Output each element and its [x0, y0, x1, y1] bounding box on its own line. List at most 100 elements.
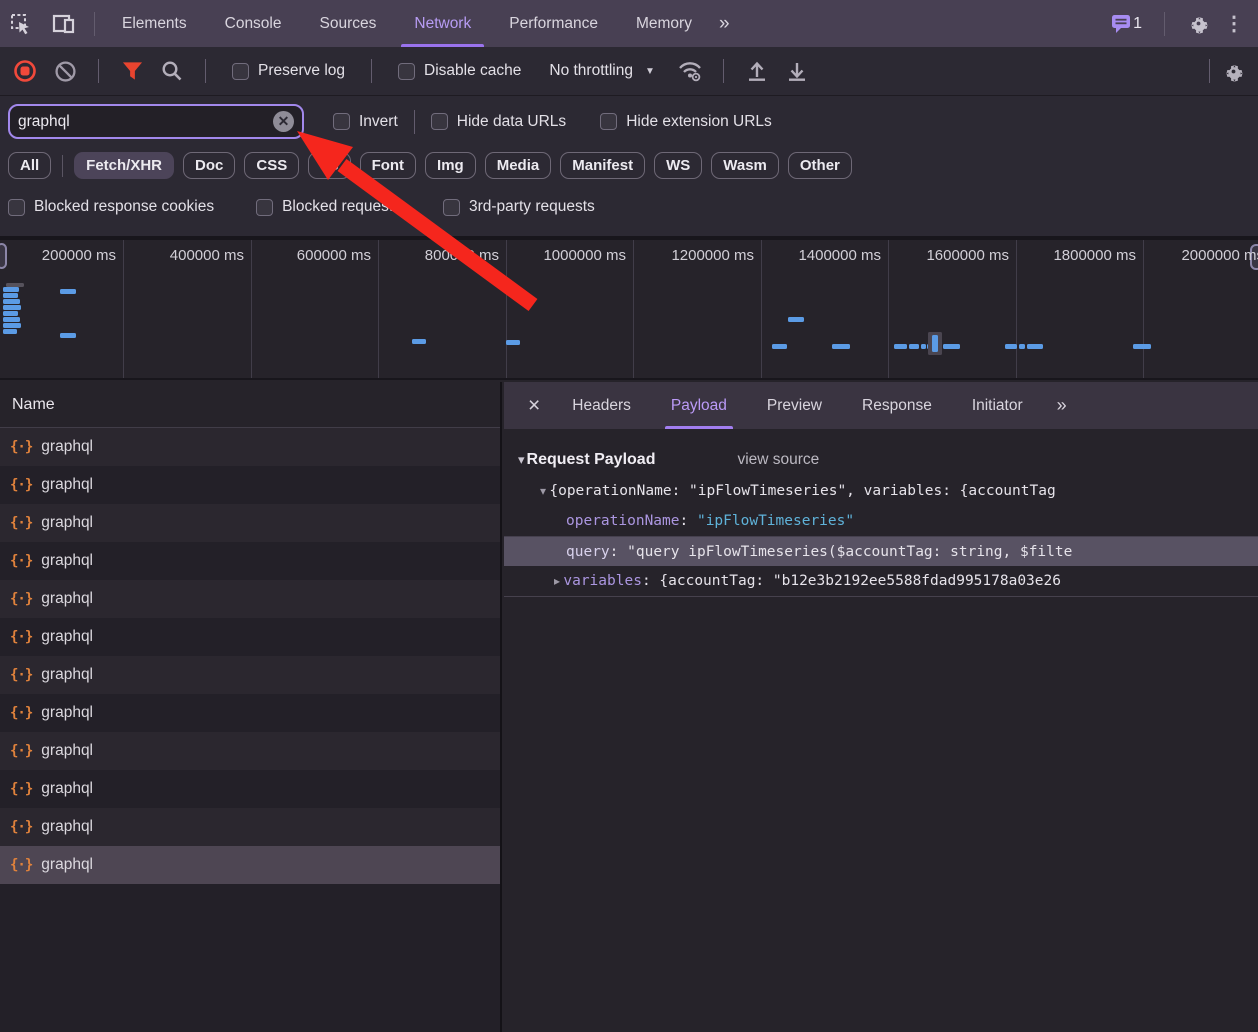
- details-tab-payload[interactable]: Payload: [671, 382, 727, 429]
- request-name: graphql: [41, 628, 93, 646]
- network-overview-timeline[interactable]: 200000 ms400000 ms600000 ms800000 ms1000…: [0, 236, 1258, 380]
- request-row[interactable]: {·} graphql: [0, 846, 500, 884]
- record-icon: [13, 59, 37, 83]
- close-details-button[interactable]: ×: [516, 382, 552, 429]
- expand-triangle-icon[interactable]: ▾: [540, 484, 549, 498]
- json-braces-icon: {·}: [10, 705, 32, 721]
- chip-manifest[interactable]: Manifest: [560, 152, 645, 179]
- filter-band: graphql ✕ Invert Hide data URLs Hide ext…: [0, 96, 1258, 236]
- invert-checkbox[interactable]: Invert: [333, 113, 398, 131]
- download-icon: [786, 60, 808, 82]
- timeline-tick-label: 1800000 ms: [1053, 247, 1136, 264]
- request-row[interactable]: {·}graphql: [0, 428, 500, 466]
- record-network-log-button[interactable]: [10, 56, 40, 86]
- filter-toggle-button[interactable]: [117, 56, 147, 86]
- throttling-select[interactable]: No throttling ▼: [549, 62, 654, 80]
- chip-other[interactable]: Other: [788, 152, 852, 179]
- export-har-button[interactable]: [782, 56, 812, 86]
- chip-all[interactable]: All: [8, 152, 51, 179]
- json-braces-icon: {·}: [10, 857, 32, 873]
- name-column-header[interactable]: Name: [0, 382, 500, 428]
- json-braces-icon: {·}: [10, 591, 32, 607]
- payload-row[interactable]: operationName: "ipFlowTimeseries": [504, 506, 1258, 536]
- request-row[interactable]: {·}graphql: [0, 808, 500, 846]
- view-source-link[interactable]: view source: [737, 451, 819, 469]
- clear-filter-button[interactable]: ✕: [273, 111, 294, 132]
- request-row[interactable]: {·}graphql: [0, 618, 500, 656]
- search-button[interactable]: [157, 56, 187, 86]
- tab-memory[interactable]: Memory: [627, 0, 701, 47]
- request-row[interactable]: {·}graphql: [0, 694, 500, 732]
- request-row[interactable]: {·}graphql: [0, 732, 500, 770]
- disable-cache-checkbox[interactable]: Disable cache: [398, 62, 521, 80]
- payload-text-key: operationName: [566, 513, 680, 529]
- details-tab-initiator[interactable]: Initiator: [972, 382, 1023, 429]
- tab-sources[interactable]: Sources: [311, 0, 386, 47]
- payload-row[interactable]: query: "query ipFlowTimeseries($accountT…: [504, 536, 1258, 566]
- timeline-gridline: [888, 240, 889, 378]
- payload-text-key: variables: [563, 573, 642, 589]
- request-row[interactable]: {·}graphql: [0, 542, 500, 580]
- request-name: graphql: [41, 552, 93, 570]
- timeline-gridline: [1016, 240, 1017, 378]
- checkbox: [232, 63, 249, 80]
- chip-ws[interactable]: WS: [654, 152, 702, 179]
- chip-doc[interactable]: Doc: [183, 152, 235, 179]
- collapse-triangle-icon[interactable]: ▾: [518, 452, 525, 468]
- clear-network-log-button[interactable]: [50, 56, 80, 86]
- settings-button[interactable]: [1187, 12, 1210, 35]
- tab-console[interactable]: Console: [216, 0, 291, 47]
- details-tab-headers[interactable]: Headers: [572, 382, 631, 429]
- more-panels-button[interactable]: »: [711, 0, 736, 47]
- details-tab-response[interactable]: Response: [862, 382, 932, 429]
- request-row[interactable]: {·}graphql: [0, 656, 500, 694]
- network-conditions-button[interactable]: [675, 56, 705, 86]
- overview-left-grabber[interactable]: [0, 243, 7, 269]
- checkbox: [600, 113, 617, 130]
- payload-row[interactable]: ▸ variables: {accountTag: "b12e3b2192ee5…: [504, 566, 1258, 596]
- payload-row[interactable]: ▾ {operationName: "ipFlowTimeseries", va…: [504, 476, 1258, 506]
- preserve-log-checkbox[interactable]: Preserve log: [232, 62, 345, 80]
- device-toolbar-button[interactable]: [42, 0, 86, 47]
- chip-font[interactable]: Font: [360, 152, 416, 179]
- request-name: graphql: [41, 856, 93, 874]
- request-row[interactable]: {·}graphql: [0, 580, 500, 618]
- waterfall-bar: [3, 311, 18, 316]
- blocked-requests-checkbox[interactable]: Blocked requests: [256, 198, 401, 216]
- chip-fetch-xhr[interactable]: Fetch/XHR: [74, 152, 174, 179]
- chip-img[interactable]: Img: [425, 152, 476, 179]
- hide-data-urls-checkbox[interactable]: Hide data URLs: [431, 113, 566, 131]
- chip-js[interactable]: JS: [308, 152, 350, 179]
- tab-elements[interactable]: Elements: [113, 0, 196, 47]
- blocked-response-cookies-checkbox[interactable]: Blocked response cookies: [8, 198, 214, 216]
- waterfall-bar: [1133, 344, 1151, 349]
- request-details-panel: × Headers Payload Preview Response Initiator…: [504, 382, 1258, 1032]
- inspect-element-button[interactable]: [0, 0, 42, 47]
- request-row[interactable]: {·}graphql: [0, 466, 500, 504]
- gear-icon: [1222, 60, 1245, 83]
- tab-network[interactable]: Network: [405, 0, 480, 47]
- more-details-tabs-button[interactable]: »: [1057, 382, 1065, 429]
- expand-triangle-icon[interactable]: ▸: [554, 574, 563, 588]
- checkbox: [431, 113, 448, 130]
- waterfall-bar: [894, 344, 907, 349]
- payload-tree: ▾ {operationName: "ipFlowTimeseries", va…: [504, 476, 1258, 596]
- chip-wasm[interactable]: Wasm: [711, 152, 779, 179]
- waterfall-bar: [3, 317, 20, 322]
- tab-performance[interactable]: Performance: [500, 0, 607, 47]
- waterfall-bar: [832, 344, 850, 349]
- request-row[interactable]: {·}graphql: [0, 770, 500, 808]
- more-options-button[interactable]: ⋮: [1224, 11, 1244, 36]
- chip-media[interactable]: Media: [485, 152, 552, 179]
- 3rd-party-requests-checkbox[interactable]: 3rd-party requests: [443, 198, 595, 216]
- details-tab-preview[interactable]: Preview: [767, 382, 822, 429]
- issues-button[interactable]: 1: [1111, 14, 1142, 34]
- filter-input[interactable]: graphql ✕: [8, 104, 304, 139]
- import-har-button[interactable]: [742, 56, 772, 86]
- network-settings-button[interactable]: [1218, 56, 1248, 86]
- inspect-cursor-icon: [10, 13, 32, 35]
- chip-css[interactable]: CSS: [244, 152, 299, 179]
- checkbox-label: Blocked response cookies: [34, 198, 214, 216]
- hide-extension-urls-checkbox[interactable]: Hide extension URLs: [600, 113, 772, 131]
- request-row[interactable]: {·}graphql: [0, 504, 500, 542]
